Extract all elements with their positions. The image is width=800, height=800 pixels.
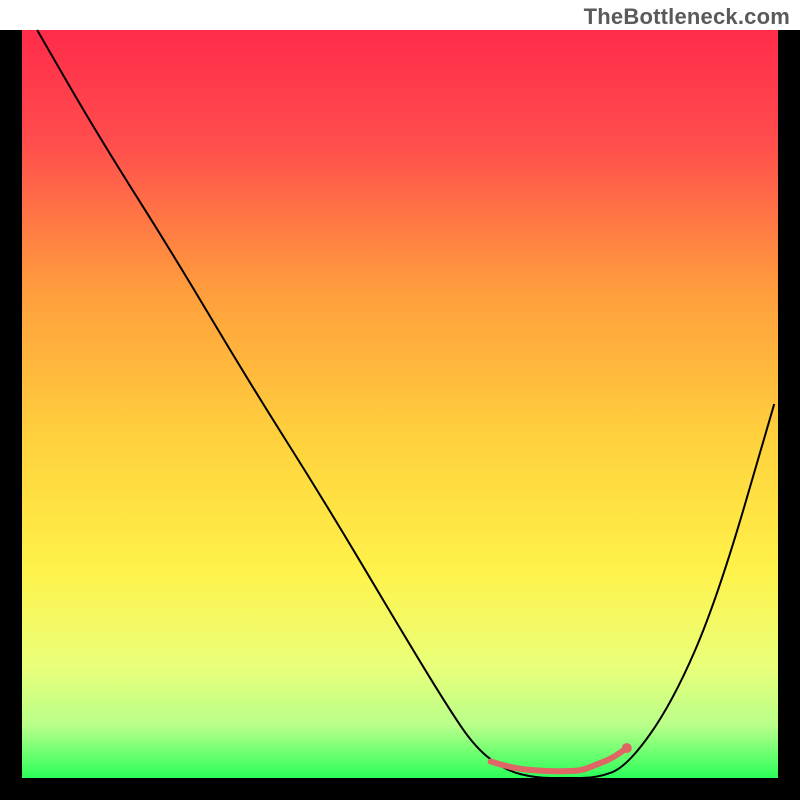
axis-border-bottom (0, 778, 800, 800)
watermark-label: TheBottleneck.com (584, 4, 790, 30)
axis-border-right (778, 30, 800, 800)
bottleneck-chart (0, 0, 800, 800)
plot-background (22, 30, 778, 778)
optimal-range-end-dot (622, 743, 632, 753)
axis-border-left (0, 30, 22, 800)
